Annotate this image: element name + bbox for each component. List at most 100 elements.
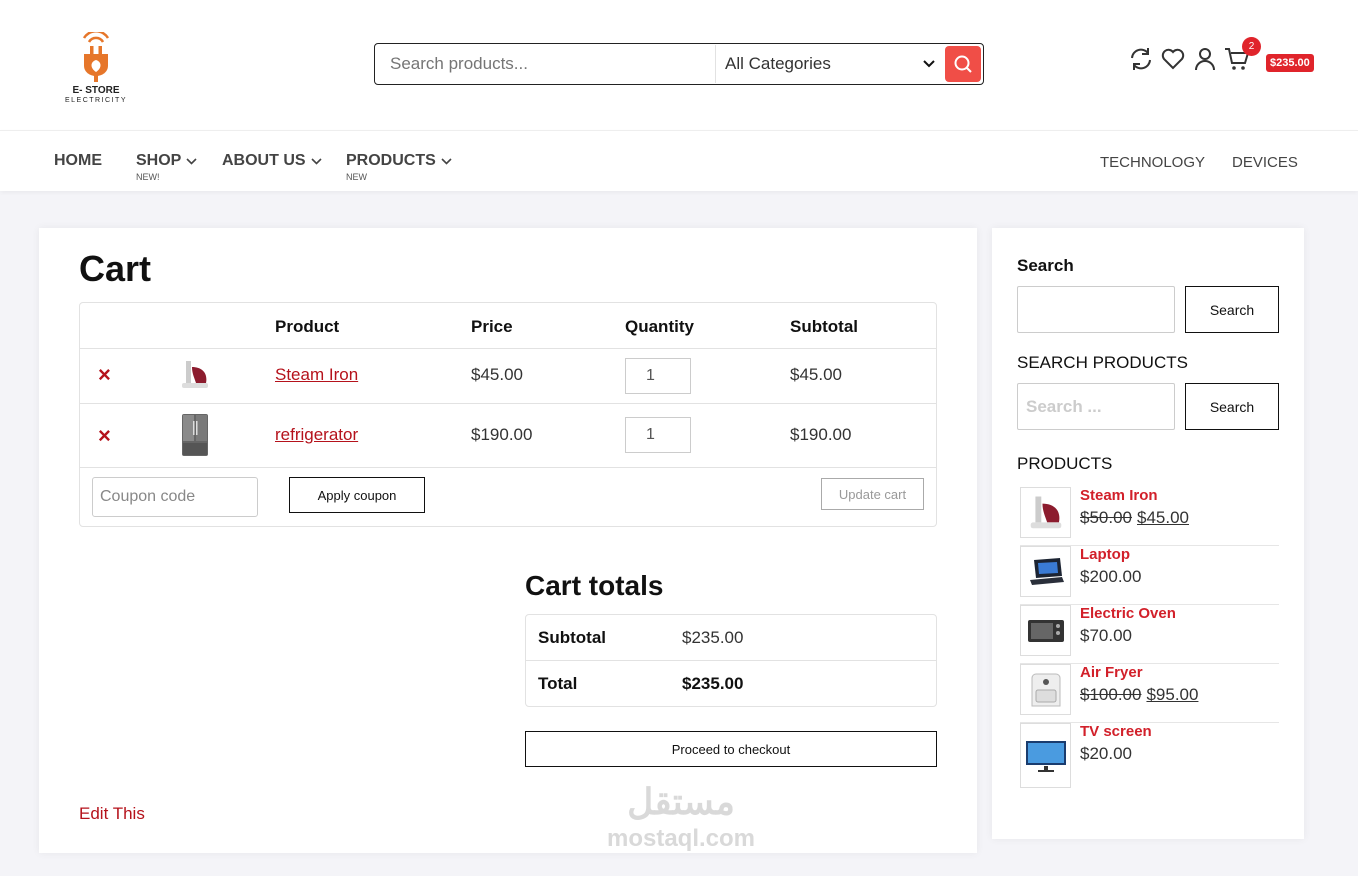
row-subtotal: $45.00 xyxy=(790,365,842,384)
product-search-input[interactable] xyxy=(375,45,715,83)
list-item[interactable]: Laptop $200.00 xyxy=(1020,546,1279,605)
heart-icon xyxy=(1161,48,1185,70)
quantity-input[interactable]: 1 xyxy=(625,417,691,453)
old-price: $50.00 xyxy=(1080,508,1132,527)
plug-logo-icon xyxy=(82,32,110,82)
sidebar: Search Search SEARCH PRODUCTS Search ...… xyxy=(992,228,1304,839)
sale-price: $45.00 xyxy=(1137,508,1189,527)
brand-name: E- STORE xyxy=(72,85,120,96)
subtotal-value: $235.00 xyxy=(682,628,744,647)
search-products-input[interactable]: Search ... xyxy=(1017,383,1175,430)
oven-image xyxy=(1027,619,1064,642)
main-nav: HOME SHOP NEW! ABOUT US PRODUCTS NEW TEC… xyxy=(0,130,1358,191)
watermark-arabic: مستقل xyxy=(627,781,735,822)
product-link-steam-iron[interactable]: Steam Iron xyxy=(275,365,358,385)
apply-coupon-button[interactable]: Apply coupon xyxy=(289,477,425,513)
nav-item-label: SHOP xyxy=(136,152,182,169)
edit-this-link[interactable]: Edit This xyxy=(79,804,145,824)
chevron-down-icon xyxy=(310,157,322,165)
site-header: E- STORE ELECTRICITY All Categories 2 xyxy=(0,0,1358,130)
chevron-down-icon xyxy=(923,60,935,68)
list-item[interactable]: TV screen $20.00 xyxy=(1020,723,1279,788)
quantity-input[interactable]: 1 xyxy=(625,358,691,394)
update-cart-button[interactable]: Update cart xyxy=(821,478,924,510)
cart-totals-table: Subtotal $235.00 Total $235.00 xyxy=(525,614,937,707)
refrigerator-image xyxy=(182,414,208,456)
nav-item-products[interactable]: PRODUCTS xyxy=(346,152,452,170)
total-value: $235.00 xyxy=(682,674,744,693)
product-link-refrigerator[interactable]: refrigerator xyxy=(275,425,358,445)
steam-iron-thumbnail[interactable] xyxy=(178,359,212,396)
header-actions xyxy=(1128,46,1256,72)
air-fryer-image xyxy=(1031,673,1060,706)
compare-button[interactable] xyxy=(1128,46,1154,72)
product-name[interactable]: Steam Iron xyxy=(1080,487,1158,504)
category-select[interactable]: All Categories xyxy=(715,45,943,83)
nav-badge-products: NEW xyxy=(346,172,367,182)
steam-iron-image xyxy=(1030,496,1061,528)
product-search-bar: All Categories xyxy=(374,43,984,85)
site-logo[interactable]: E- STORE ELECTRICITY xyxy=(58,32,134,112)
proceed-to-checkout-button[interactable]: Proceed to checkout xyxy=(525,731,937,767)
product-thumbnail[interactable] xyxy=(1020,664,1071,715)
nav-item-about[interactable]: ABOUT US xyxy=(222,152,322,170)
watermark: مستقل mostaql.com xyxy=(596,778,766,858)
chevron-down-icon xyxy=(441,157,452,165)
sidebar-search-input[interactable] xyxy=(1017,286,1175,333)
old-price: $100.00 xyxy=(1080,685,1142,704)
product-thumbnail[interactable] xyxy=(1020,546,1071,597)
cart-amount-badge[interactable]: $235.00 xyxy=(1266,54,1314,72)
search-products-heading: SEARCH PRODUCTS xyxy=(1017,353,1188,372)
row-divider xyxy=(80,348,936,349)
sidebar-search-heading: Search xyxy=(1017,256,1074,275)
account-button[interactable] xyxy=(1192,46,1218,72)
product-thumbnail[interactable] xyxy=(1020,723,1071,788)
cart-table: Product Price Quantity Subtotal × Steam … xyxy=(79,302,937,527)
refrigerator-thumbnail[interactable] xyxy=(180,413,210,462)
product-name[interactable]: Electric Oven xyxy=(1080,605,1176,622)
sidebar-search-button[interactable]: Search xyxy=(1185,286,1279,333)
wishlist-button[interactable] xyxy=(1160,46,1186,72)
nav-item-label: HOME xyxy=(54,152,102,169)
nav-item-devices[interactable]: DEVICES xyxy=(1232,154,1298,171)
products-heading: PRODUCTS xyxy=(1017,454,1113,473)
column-header-quantity: Quantity xyxy=(625,317,694,336)
product-price: $50.00 $45.00 xyxy=(1080,508,1189,528)
nav-item-shop[interactable]: SHOP xyxy=(136,152,197,170)
row-price: $190.00 xyxy=(471,425,533,444)
product-thumbnail[interactable] xyxy=(1020,487,1071,538)
nav-badge-shop: NEW! xyxy=(136,172,160,182)
sale-price: $95.00 xyxy=(1146,685,1199,704)
search-button[interactable] xyxy=(945,46,981,82)
nav-item-label: PRODUCTS xyxy=(346,152,436,169)
product-thumbnail[interactable] xyxy=(1020,605,1071,656)
coupon-code-input[interactable]: Coupon code xyxy=(92,477,258,517)
cart-count-badge: 2 xyxy=(1242,37,1261,56)
category-select-value: All Categories xyxy=(725,54,831,73)
column-header-product: Product xyxy=(275,317,340,336)
refresh-icon xyxy=(1131,48,1151,70)
product-name[interactable]: Air Fryer xyxy=(1080,664,1143,681)
product-price: $70.00 xyxy=(1080,626,1132,645)
list-item[interactable]: Air Fryer $100.00 $95.00 xyxy=(1020,664,1279,723)
search-products-button[interactable]: Search xyxy=(1185,383,1279,430)
column-header-subtotal: Subtotal xyxy=(790,317,858,336)
product-price: $20.00 xyxy=(1080,744,1132,763)
user-icon xyxy=(1195,48,1215,71)
row-divider xyxy=(80,467,936,468)
product-name[interactable]: TV screen xyxy=(1080,723,1152,740)
nav-item-technology[interactable]: TECHNOLOGY xyxy=(1100,154,1205,171)
subtotal-label: Subtotal xyxy=(538,628,606,647)
column-header-price: Price xyxy=(471,317,513,336)
row-price: $45.00 xyxy=(471,365,523,384)
remove-item-button[interactable]: × xyxy=(98,362,111,388)
laptop-image xyxy=(1029,557,1064,585)
product-name[interactable]: Laptop xyxy=(1080,546,1130,563)
steam-iron-image xyxy=(182,361,208,388)
list-item[interactable]: Electric Oven $70.00 xyxy=(1020,605,1279,664)
chevron-down-icon xyxy=(186,157,197,165)
brand-tagline: ELECTRICITY xyxy=(64,97,127,104)
remove-item-button[interactable]: × xyxy=(98,423,111,449)
nav-item-home[interactable]: HOME xyxy=(54,152,102,170)
list-item[interactable]: Steam Iron $50.00 $45.00 xyxy=(1020,487,1279,546)
